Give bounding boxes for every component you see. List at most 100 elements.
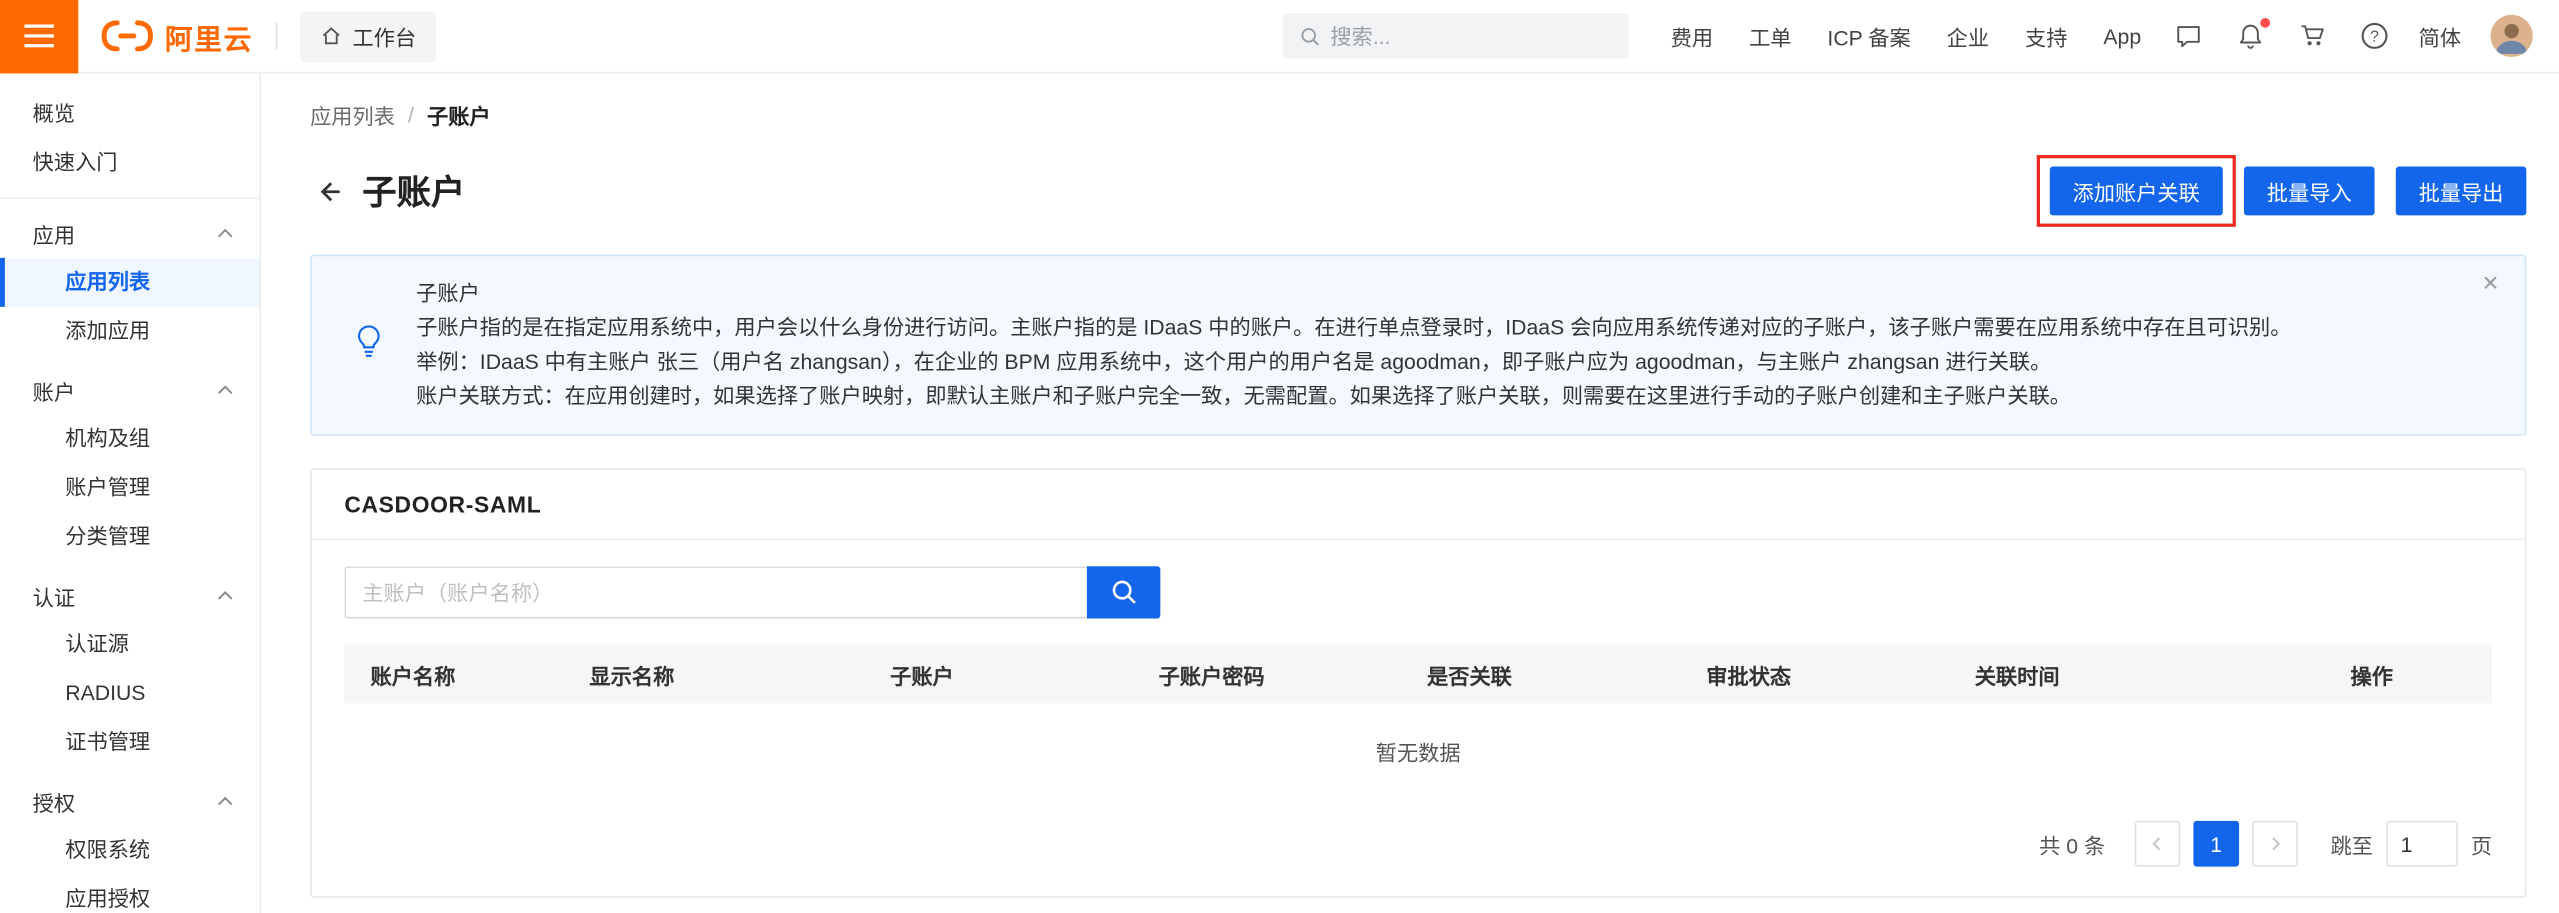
chevron-up-icon bbox=[217, 796, 233, 806]
chevron-right-icon bbox=[2267, 836, 2283, 852]
jump-prefix-label: 跳至 bbox=[2330, 828, 2372, 859]
feedback-icon bbox=[2174, 21, 2203, 50]
banner-line-2: 举例：IDaaS 中有主账户 张三（用户名 zhangsan），在企业的 BPM… bbox=[416, 344, 2453, 378]
sidebar: 概览 快速入门 应用 应用列表 添加应用 账户 机构及组 账户管理 分类管理 bbox=[0, 73, 261, 913]
sidebar-group-authentication: 认证 认证源 RADIUS 证书管理 bbox=[0, 571, 259, 767]
sidebar-group-authorization: 授权 权限系统 应用授权 bbox=[0, 777, 259, 913]
topnav-item-tickets[interactable]: 工单 bbox=[1749, 20, 1791, 51]
product-menu-button[interactable] bbox=[0, 0, 78, 73]
sidebar-group-header-app[interactable]: 应用 bbox=[0, 209, 259, 258]
pagination-next-button[interactable] bbox=[2252, 821, 2298, 867]
aliyun-logo[interactable]: 阿里云 bbox=[101, 16, 253, 57]
feedback-button[interactable] bbox=[2174, 21, 2203, 50]
col-approval-status: 审批状态 bbox=[1687, 645, 1955, 704]
sidebar-item-account-mgmt[interactable]: 账户管理 bbox=[0, 463, 259, 512]
topnav-item-billing[interactable]: 费用 bbox=[1671, 20, 1713, 51]
topbar-divider bbox=[276, 23, 278, 49]
aliyun-logo-icon bbox=[101, 20, 153, 53]
sidebar-item-app-authorization[interactable]: 应用授权 bbox=[0, 875, 259, 913]
sidebar-divider bbox=[0, 197, 259, 199]
pagination-total: 共 0 条 bbox=[2039, 828, 2105, 859]
info-banner: 子账户 子账户指的是在指定应用系统中，用户会以什么身份进行访问。主账户指的是 I… bbox=[310, 255, 2526, 436]
sidebar-item-radius[interactable]: RADIUS bbox=[0, 669, 259, 718]
sub-account-card: CASDOOR-SAML bbox=[310, 468, 2526, 897]
sidebar-item-overview[interactable]: 概览 bbox=[0, 90, 259, 139]
topbar: 阿里云 工作台 费用 工单 ICP 备案 企业 支持 App bbox=[0, 0, 2559, 73]
locale-switcher[interactable]: 简体 bbox=[2419, 20, 2461, 51]
breadcrumb: 应用列表 / 子账户 bbox=[310, 100, 2526, 131]
sidebar-group-account: 账户 机构及组 账户管理 分类管理 bbox=[0, 366, 259, 562]
table-search bbox=[344, 566, 2492, 618]
sidebar-group-header-account[interactable]: 账户 bbox=[0, 366, 259, 415]
sidebar-group-header-authorization[interactable]: 授权 bbox=[0, 777, 259, 826]
cart-button[interactable] bbox=[2298, 21, 2327, 50]
sidebar-group-label: 认证 bbox=[33, 580, 75, 611]
empty-row: 暂无数据 bbox=[344, 703, 2492, 798]
account-search-button[interactable] bbox=[1087, 566, 1160, 618]
banner-close-icon[interactable]: × bbox=[2482, 269, 2498, 297]
card-body: 账户名称 显示名称 子账户 子账户密码 是否关联 审批状态 关联时间 操作 暂无 bbox=[312, 540, 2525, 896]
help-button[interactable]: ? bbox=[2360, 21, 2389, 50]
empty-state-text: 暂无数据 bbox=[344, 703, 2492, 798]
sidebar-item-quickstart[interactable]: 快速入门 bbox=[0, 139, 259, 188]
banner-line-3: 账户关联方式：在应用创建时，如果选择了账户映射，即默认主账户和子账户完全一致，无… bbox=[416, 379, 2453, 413]
workbench-button[interactable]: 工作台 bbox=[300, 11, 435, 62]
col-sub-account-password: 子账户密码 bbox=[1139, 645, 1407, 704]
sidebar-item-permission-system[interactable]: 权限系统 bbox=[0, 826, 259, 875]
user-avatar[interactable] bbox=[2490, 15, 2532, 57]
card-title: CASDOOR-SAML bbox=[312, 470, 2525, 540]
sidebar-group-app: 应用 应用列表 添加应用 bbox=[0, 209, 259, 356]
breadcrumb-app-list[interactable]: 应用列表 bbox=[310, 100, 395, 131]
sidebar-item-app-list[interactable]: 应用列表 bbox=[0, 258, 259, 307]
topnav-item-app[interactable]: App bbox=[2103, 24, 2141, 48]
notifications-button[interactable] bbox=[2236, 21, 2265, 50]
chevron-up-icon bbox=[217, 385, 233, 395]
batch-export-button[interactable]: 批量导出 bbox=[2396, 166, 2527, 215]
chevron-left-icon bbox=[2149, 836, 2165, 852]
account-search-input[interactable] bbox=[344, 566, 1087, 618]
hamburger-icon bbox=[24, 24, 53, 27]
sidebar-item-cert-mgmt[interactable]: 证书管理 bbox=[0, 718, 259, 767]
hamburger-icon bbox=[24, 44, 53, 47]
search-icon bbox=[1109, 578, 1138, 607]
col-actions: 操作 bbox=[2331, 645, 2492, 704]
banner-line-1: 子账户指的是在指定应用系统中，用户会以什么身份进行访问。主账户指的是 IDaaS… bbox=[416, 310, 2453, 344]
chevron-up-icon bbox=[217, 591, 233, 601]
breadcrumb-separator: / bbox=[408, 103, 414, 127]
sidebar-item-org-group[interactable]: 机构及组 bbox=[0, 415, 259, 464]
avatar-image bbox=[2490, 15, 2532, 57]
jump-page-input[interactable] bbox=[2386, 821, 2458, 867]
pagination-jump: 跳至 页 bbox=[2330, 821, 2492, 867]
sidebar-group-header-authentication[interactable]: 认证 bbox=[0, 571, 259, 620]
add-account-link-button[interactable]: 添加账户关联 bbox=[2050, 166, 2223, 215]
sidebar-item-add-app[interactable]: 添加应用 bbox=[0, 307, 259, 356]
topbar-icons: ? bbox=[2174, 21, 2389, 50]
back-button[interactable] bbox=[310, 173, 346, 209]
pagination-prev-button[interactable] bbox=[2135, 821, 2181, 867]
header-actions: 添加账户关联 批量导入 批量导出 bbox=[2050, 166, 2527, 215]
col-is-linked: 是否关联 bbox=[1407, 645, 1686, 704]
batch-import-button[interactable]: 批量导入 bbox=[2244, 166, 2375, 215]
pagination-current-page[interactable]: 1 bbox=[2193, 821, 2239, 867]
sidebar-item-category-mgmt[interactable]: 分类管理 bbox=[0, 512, 259, 561]
aliyun-logo-text: 阿里云 bbox=[165, 16, 253, 57]
topnav-item-support[interactable]: 支持 bbox=[2025, 20, 2067, 51]
global-search-input[interactable] bbox=[1330, 24, 1612, 48]
svg-text:?: ? bbox=[2370, 28, 2379, 45]
pagination: 共 0 条 1 跳至 页 bbox=[344, 821, 2492, 867]
topbar-nav: 费用 工单 ICP 备案 企业 支持 App bbox=[1671, 20, 2141, 51]
arrow-left-icon bbox=[313, 175, 344, 206]
col-link-time: 关联时间 bbox=[1955, 645, 2331, 704]
chevron-up-icon bbox=[217, 228, 233, 238]
topnav-item-enterprise[interactable]: 企业 bbox=[1947, 20, 1989, 51]
main-content: 应用列表 / 子账户 子账户 添加账户关联 批量导入 批量导出 bbox=[261, 73, 2559, 913]
home-icon bbox=[320, 24, 343, 47]
page-header: 子账户 添加账户关联 批量导入 批量导出 bbox=[310, 166, 2526, 215]
lightbulb-icon bbox=[353, 322, 386, 368]
cart-icon bbox=[2298, 21, 2327, 50]
col-account-name: 账户名称 bbox=[344, 645, 569, 704]
sidebar-item-auth-source[interactable]: 认证源 bbox=[0, 620, 259, 669]
screenshot-canvas: 阿里云 工作台 费用 工单 ICP 备案 企业 支持 App bbox=[0, 0, 2559, 913]
sidebar-group-label: 授权 bbox=[33, 786, 75, 817]
topnav-item-icp[interactable]: ICP 备案 bbox=[1827, 20, 1910, 51]
